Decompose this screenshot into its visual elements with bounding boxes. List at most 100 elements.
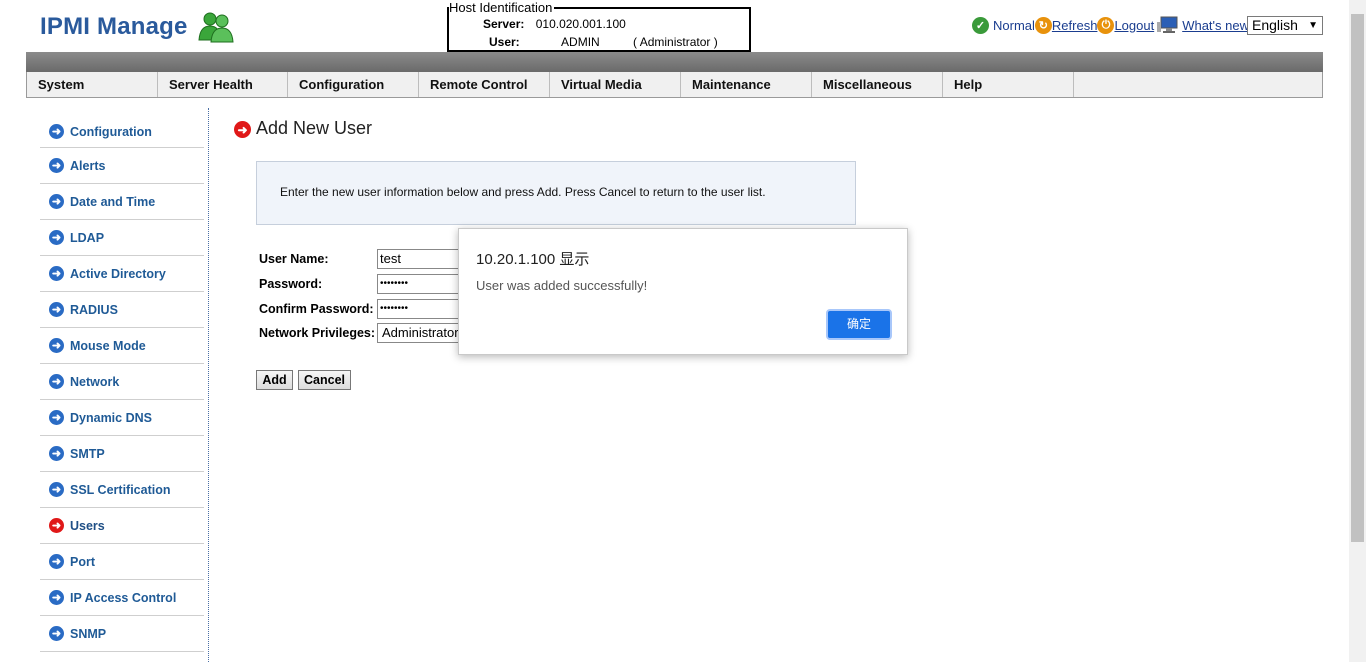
sidebar-item-date-and-time[interactable]: ➜ Date and Time: [40, 184, 204, 220]
add-button[interactable]: Add: [256, 370, 293, 390]
sidebar-item-network[interactable]: ➜ Network: [40, 364, 204, 400]
host-identification-box: Host Identification Server: 010.020.001.…: [447, 0, 751, 52]
status-ok-icon: ✓: [972, 16, 989, 34]
user-role: ( Administrator ): [633, 35, 718, 49]
password-input[interactable]: ••••••••: [377, 274, 467, 294]
sidebar-item-ldap[interactable]: ➜ LDAP: [40, 220, 204, 256]
ipmi-page: IPMI Manage Host Identification Server: …: [0, 0, 1366, 662]
language-value: English: [1252, 17, 1298, 33]
logout-link[interactable]: Logout: [1114, 18, 1154, 33]
monitor-icon: [1157, 16, 1178, 33]
sidebar-item-label: SNMP: [70, 626, 107, 641]
page-title: Add New User: [256, 118, 373, 138]
username-label: User Name:: [259, 252, 329, 266]
users-logo-icon: [198, 12, 234, 43]
menu-system[interactable]: System: [27, 72, 158, 97]
info-text: Enter the new user information below and…: [280, 185, 766, 199]
dialog-message: User was added successfully!: [476, 278, 648, 293]
main-menu: System Server Health Configuration Remot…: [26, 72, 1323, 98]
sidebar-item-label: Alerts: [70, 158, 106, 173]
sidebar-item-snmp[interactable]: ➜ SNMP: [40, 616, 204, 652]
sidebar-item-alerts[interactable]: ➜ Alerts: [40, 148, 204, 184]
sidebar-item-mouse-mode[interactable]: ➜ Mouse Mode: [40, 328, 204, 364]
network-privileges-label: Network Privileges:: [259, 326, 376, 340]
arrow-right-icon: ➜: [49, 482, 64, 497]
sidebar-item-radius[interactable]: ➜ RADIUS: [40, 292, 204, 328]
sidebar-item-active-directory[interactable]: ➜ Active Directory: [40, 256, 204, 292]
scrollbar-thumb[interactable]: [1351, 14, 1364, 542]
arrow-right-active-icon: ➜: [49, 518, 64, 533]
info-box: Enter the new user information below and…: [256, 161, 856, 225]
sidebar-item-ip-access-control[interactable]: ➜ IP Access Control: [40, 580, 204, 616]
logo-text: IPMI Manage: [40, 13, 188, 40]
title-arrow-icon: ➜: [234, 121, 251, 138]
sidebar-item-label: Date and Time: [70, 194, 156, 209]
sidebar-item-label: Port: [70, 554, 95, 569]
sidebar-item-port[interactable]: ➜ Port: [40, 544, 204, 580]
menu-configuration[interactable]: Configuration: [288, 72, 419, 97]
menu-maintenance[interactable]: Maintenance: [681, 72, 812, 97]
menu-remote-control[interactable]: Remote Control: [419, 72, 550, 97]
menu-server-health[interactable]: Server Health: [158, 72, 288, 97]
menubar-band: [26, 52, 1323, 72]
sidebar-item-label: Network: [70, 374, 120, 389]
password-label: Password:: [259, 277, 323, 291]
confirm-password-input[interactable]: ••••••••: [377, 299, 467, 319]
arrow-right-icon: ➜: [49, 446, 64, 461]
network-privileges-select[interactable]: Administrator: [377, 323, 467, 343]
server-value: 010.020.001.100: [535, 17, 626, 31]
sidebar-item-label: SSL Certification: [70, 482, 171, 497]
menu-miscellaneous[interactable]: Miscellaneous: [812, 72, 943, 97]
menu-virtual-media[interactable]: Virtual Media: [550, 72, 681, 97]
language-select[interactable]: English ▼: [1247, 16, 1323, 35]
arrow-right-icon: ➜: [49, 338, 64, 353]
arrow-right-icon: ➜: [49, 590, 64, 605]
sidebar-item-smtp[interactable]: ➜ SMTP: [40, 436, 204, 472]
chevron-down-icon: ▼: [1308, 20, 1318, 31]
vertical-scrollbar[interactable]: [1349, 0, 1366, 662]
arrow-right-icon: ➜: [49, 124, 64, 139]
host-server-row: Server: 010.020.001.100: [483, 17, 626, 31]
sidebar-item-configuration[interactable]: ➜ Configuration: [40, 116, 204, 148]
logo: IPMI Manage: [40, 10, 234, 44]
arrow-right-icon: ➜: [49, 230, 64, 245]
confirm-password-label: Confirm Password:: [259, 302, 374, 316]
arrow-right-icon: ➜: [49, 374, 64, 389]
alert-dialog: 10.20.1.100 显示 User was added successful…: [458, 228, 908, 355]
dialog-ok-button[interactable]: 确定: [826, 309, 892, 340]
sidebar-item-label: Dynamic DNS: [70, 410, 152, 425]
whats-new-link[interactable]: What's new: [1182, 18, 1249, 33]
user-value: ADMIN: [561, 35, 600, 49]
refresh-link[interactable]: Refresh: [1052, 18, 1098, 33]
username-input[interactable]: test: [377, 249, 467, 269]
sidebar-item-users[interactable]: ➜ Users: [40, 508, 204, 544]
sidebar: ➜ Configuration ➜ Alerts ➜ Date and Time ➜ L…: [40, 116, 204, 652]
host-user-row: User: ADMIN ( Administrator ): [489, 35, 718, 49]
sidebar-divider: [208, 108, 209, 662]
arrow-right-icon: ➜: [49, 302, 64, 317]
refresh-icon[interactable]: ↻: [1034, 16, 1052, 34]
top-right-links: ✓ Normal ↻ Refresh ⏻ Logout What's new: [972, 14, 1249, 36]
host-identification-legend: Host Identification: [449, 0, 555, 16]
sidebar-item-label: LDAP: [70, 230, 105, 245]
arrow-right-icon: ➜: [49, 194, 64, 209]
menu-help[interactable]: Help: [943, 72, 1074, 97]
sidebar-item-label: Active Directory: [70, 266, 166, 281]
arrow-right-icon: ➜: [49, 410, 64, 425]
dialog-title: 10.20.1.100 显示: [476, 251, 590, 268]
sidebar-item-label: SMTP: [70, 446, 105, 461]
sidebar-item-dynamic-dns[interactable]: ➜ Dynamic DNS: [40, 400, 204, 436]
sidebar-item-ssl-certification[interactable]: ➜ SSL Certification: [40, 472, 204, 508]
cancel-button[interactable]: Cancel: [298, 370, 351, 390]
sidebar-item-label: RADIUS: [70, 302, 118, 317]
user-label: User:: [489, 35, 520, 49]
arrow-right-icon: ➜: [49, 158, 64, 173]
arrow-right-icon: ➜: [49, 266, 64, 281]
sidebar-item-label: Mouse Mode: [70, 338, 146, 353]
logout-icon[interactable]: ⏻: [1097, 16, 1115, 34]
sidebar-item-label: Configuration: [70, 124, 152, 139]
server-label: Server:: [483, 17, 525, 31]
sidebar-item-label: IP Access Control: [70, 590, 177, 605]
arrow-right-icon: ➜: [49, 554, 64, 569]
arrow-right-icon: ➜: [49, 626, 64, 641]
